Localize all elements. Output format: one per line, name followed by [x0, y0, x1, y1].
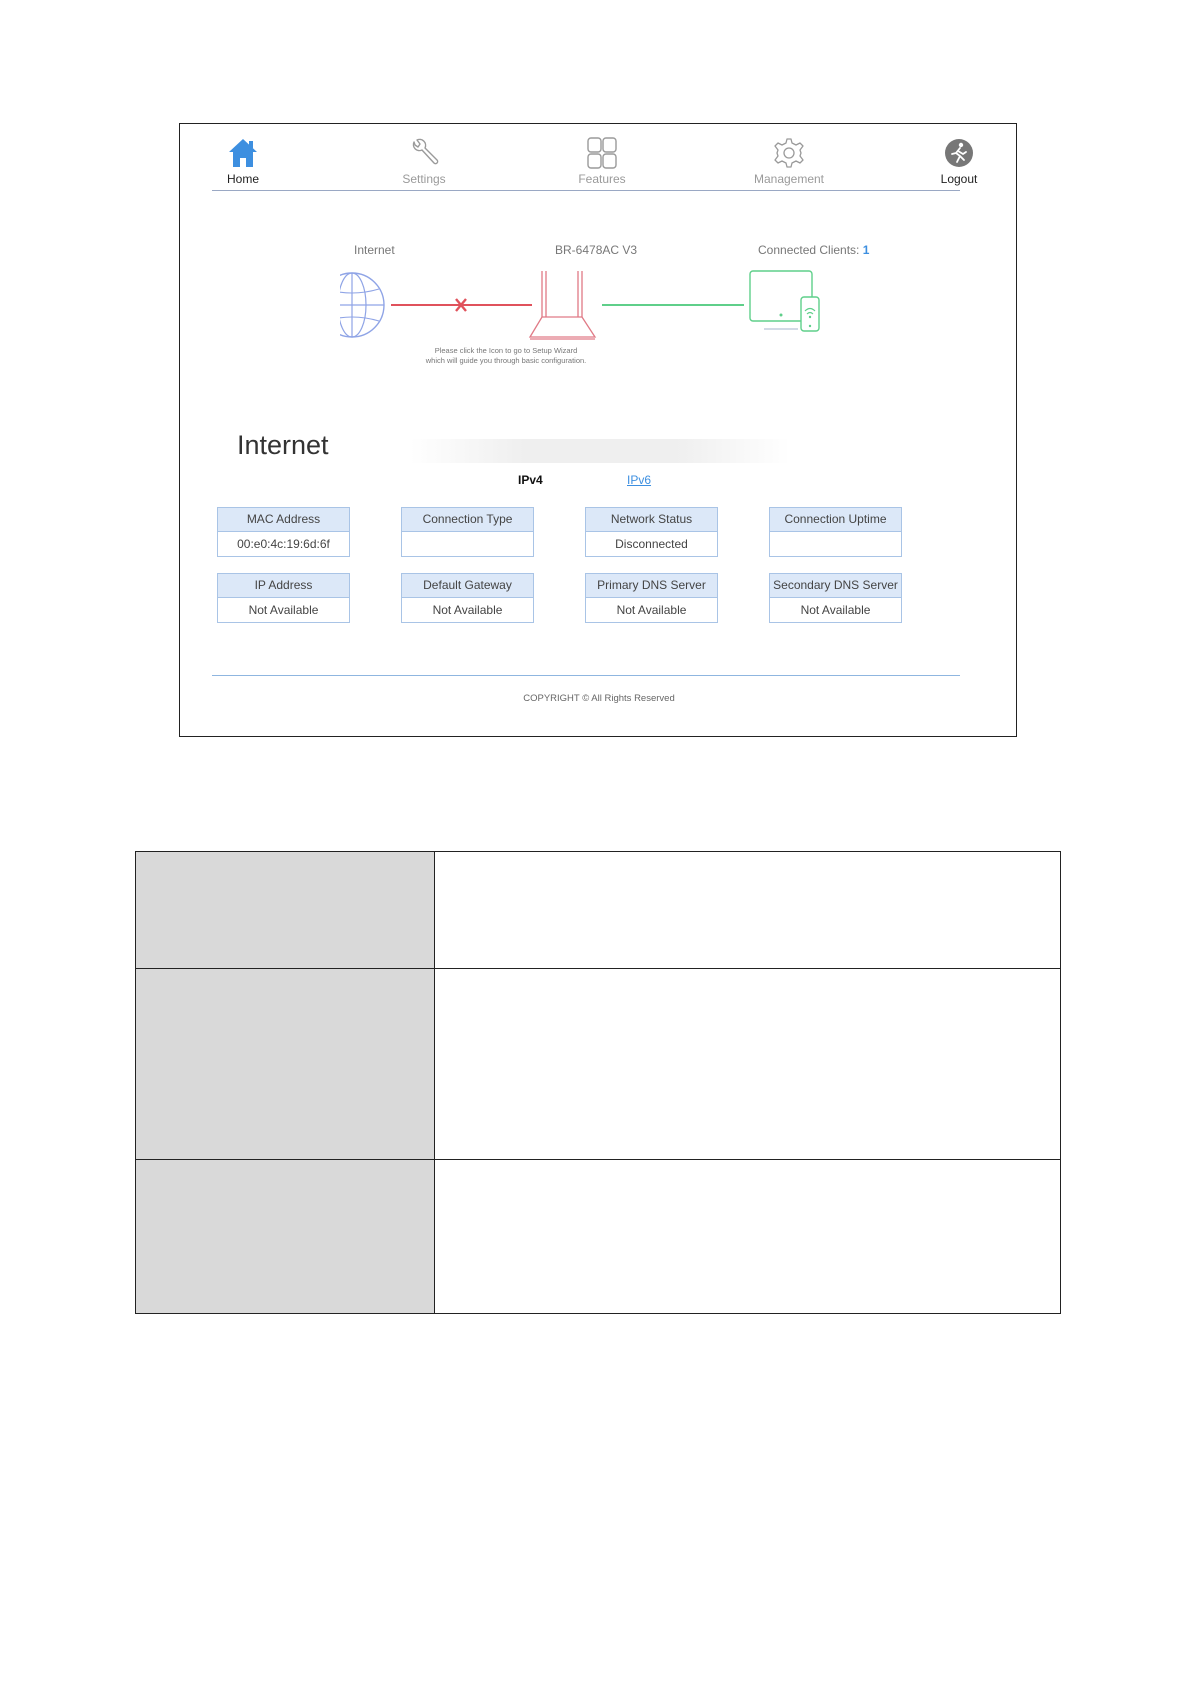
card-label: Connection Uptime — [770, 508, 901, 532]
disconnected-link — [391, 298, 532, 312]
clients-node-label: Connected Clients: 1 — [758, 243, 869, 257]
card-value — [402, 532, 533, 557]
card-value: 00:e0:4c:19:6d:6f — [237, 537, 330, 551]
logout-icon — [945, 139, 973, 167]
grid-icon — [587, 137, 617, 169]
table-key-cell — [135, 851, 435, 969]
card-primary-dns: Primary DNS Server Not Available — [585, 573, 718, 623]
nav-features[interactable]: Features — [557, 134, 647, 190]
tab-ipv6[interactable]: IPv6 — [627, 473, 651, 487]
router-ui-screenshot: Home Settings Features Management Logout… — [179, 123, 1017, 737]
nav-settings-label: Settings — [402, 172, 446, 186]
card-value: Not Available — [248, 603, 319, 617]
table-key-cell — [135, 968, 435, 1160]
nav-logout-label: Logout — [940, 172, 978, 186]
card-label: Network Status — [586, 508, 717, 532]
card-connection-type: Connection Type — [401, 507, 534, 557]
network-topology-diagram — [340, 270, 820, 340]
card-label: Connection Type — [402, 508, 533, 532]
card-label: Default Gateway — [402, 574, 533, 598]
nav-logout[interactable]: Logout — [914, 134, 1004, 190]
card-connection-uptime: Connection Uptime — [769, 507, 902, 557]
card-value: Not Available — [800, 603, 871, 617]
card-value: Not Available — [432, 603, 503, 617]
card-label: Secondary DNS Server — [770, 574, 901, 598]
table-value-cell — [434, 1159, 1061, 1314]
setup-wizard-hint: Please click the Icon to go to Setup Wiz… — [406, 346, 606, 366]
tab-ipv4[interactable]: IPv4 — [518, 473, 543, 487]
table-key-cell — [135, 1159, 435, 1314]
internet-node-label: Internet — [354, 243, 395, 257]
hint-line-1: Please click the Icon to go to Setup Wiz… — [434, 346, 578, 355]
table-row — [135, 1159, 1061, 1314]
gear-icon — [774, 138, 804, 168]
nav-home-label: Home — [226, 172, 259, 186]
table-value-cell — [434, 968, 1061, 1160]
card-default-gateway: Default Gateway Not Available — [401, 573, 534, 623]
ip-tabs-bar — [410, 439, 790, 463]
copyright-text: COPYRIGHT © All Rights Reserved — [523, 693, 675, 704]
hint-line-2: which will guide you through basic confi… — [425, 356, 587, 365]
card-value — [770, 532, 901, 557]
footer-divider — [212, 675, 960, 676]
router-icon[interactable] — [528, 271, 597, 340]
description-table — [135, 851, 1061, 1314]
clients-label-text: Connected Clients: — [758, 243, 860, 257]
home-icon — [229, 139, 257, 167]
card-network-status: Network Status Disconnected — [585, 507, 718, 557]
card-label: IP Address — [218, 574, 349, 598]
nav-features-label: Features — [578, 172, 626, 186]
nav-settings[interactable]: Settings — [379, 134, 469, 190]
card-label: MAC Address — [218, 508, 349, 532]
clients-count: 1 — [862, 243, 870, 257]
card-value: Disconnected — [615, 537, 688, 551]
top-nav: Home Settings Features Management Logout — [212, 134, 977, 191]
globe-icon[interactable] — [340, 272, 385, 338]
section-title: Internet — [237, 430, 329, 460]
card-secondary-dns: Secondary DNS Server Not Available — [769, 573, 902, 623]
card-value: Not Available — [616, 603, 687, 617]
wrench-icon — [412, 138, 439, 165]
table-row — [135, 968, 1061, 1160]
nav-management-label: Management — [753, 172, 825, 186]
nav-home[interactable]: Home — [198, 134, 288, 190]
device-node-label: BR-6478AC V3 — [555, 243, 638, 257]
card-label: Primary DNS Server — [586, 574, 717, 598]
table-row — [135, 851, 1061, 969]
clients-icon[interactable] — [749, 270, 820, 332]
card-mac-address: MAC Address 00:e0:4c:19:6d:6f — [217, 507, 350, 557]
table-value-cell — [434, 851, 1061, 969]
nav-management[interactable]: Management — [744, 134, 834, 190]
card-ip-address: IP Address Not Available — [217, 573, 350, 623]
